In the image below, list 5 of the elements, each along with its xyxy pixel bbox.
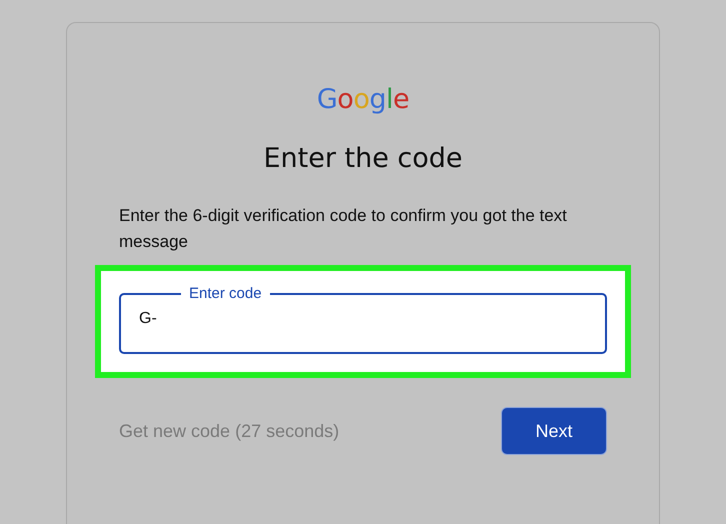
next-button[interactable]: Next xyxy=(501,407,607,455)
logo: Google xyxy=(316,83,410,117)
instruction-text: Enter the 6-digit verification code to confirm you got the text message xyxy=(119,205,567,253)
page-title: Enter the code xyxy=(263,142,463,176)
code-field[interactable]: Enter code G- xyxy=(119,285,607,354)
